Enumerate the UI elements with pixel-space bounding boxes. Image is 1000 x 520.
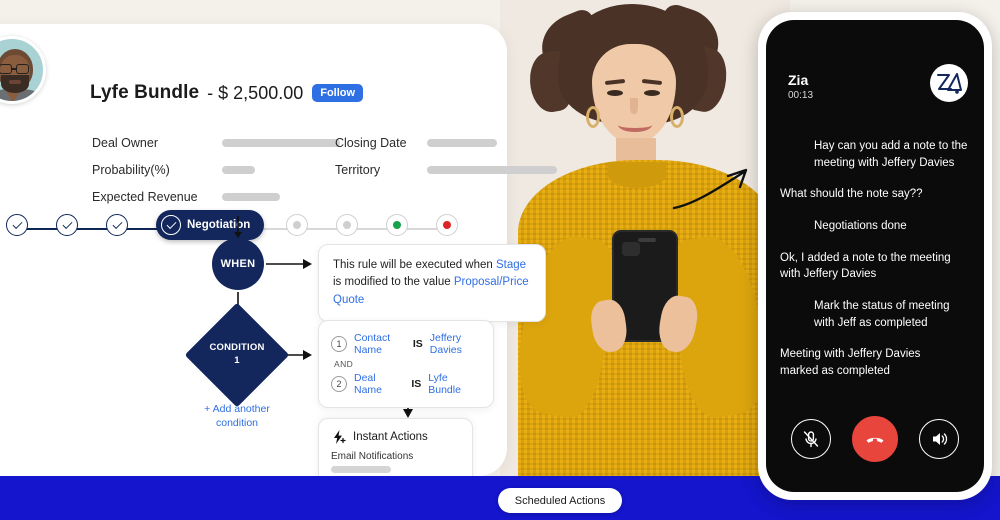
chat-transcript: Hay can you add a note to the meeting wi… [766,138,984,395]
speaker-icon [933,433,948,445]
condition-index: 2 [331,376,347,392]
condition-node-line2: 1 [234,355,240,366]
chat-message-bot: What should the note say?? [780,188,923,201]
condition-operator: IS [412,338,423,350]
rule-text-b: is modified to the value [333,276,454,289]
chat-message-user: Hay can you add a note to the meeting wi… [814,140,968,169]
chat-message-bot: Meeting with Jeffery Davies marked as co… [780,348,921,378]
condition-index: 1 [331,336,347,352]
condition-node-label: CONDITION 1 [200,318,274,392]
condition-row[interactable]: 1 Contact Name IS Jeffery Davies [331,332,481,356]
phone-device-frame: Zia 00:13 Hay can you add a note to the … [758,12,992,500]
speaker-button[interactable] [919,419,960,459]
end-call-button[interactable] [851,416,898,462]
lightning-plus-icon [334,430,346,444]
chat-message-bot: Ok, I added a note to the meeting with J… [780,251,951,281]
assistant-name: Zia [788,72,809,88]
instant-actions-title: Instant Actions [353,431,428,443]
condition-node-line1: CONDITION [209,342,265,354]
rule-field-link[interactable]: Stage [496,259,526,271]
mute-microphone-button[interactable] [790,419,831,459]
hand-drawn-arrow-icon [672,168,748,210]
phone-screen: Zia 00:13 Hay can you add a note to the … [766,20,984,492]
instant-actions-header: Instant Actions [319,419,472,451]
microphone-muted-icon [803,431,818,448]
condition-row[interactable]: 2 Deal Name IS Lyfe Bundle [331,372,481,396]
instant-action-value-placeholder [331,466,391,473]
instant-action-label: Email Notifications [331,451,414,462]
chat-message-user: Negotiations done [814,220,907,233]
chat-message-user: Mark the status of meeting with Jeff as … [814,300,950,329]
rule-description-card: This rule will be executed when Stage is… [318,244,546,322]
workflow-diagram: WHEN This rule will be executed when Sta… [0,0,560,520]
conditions-card: 1 Contact Name IS Jeffery Davies AND 2 D… [318,320,494,408]
call-duration: 00:13 [788,90,814,101]
condition-value: Lyfe Bundle [428,372,461,396]
condition-operator: IS [411,378,422,390]
screenshot-root: Lyfe Bundle - $ 2,500.00 Follow Deal Own… [0,0,1000,520]
when-node: WHEN [212,238,264,290]
condition-conjunction: AND [334,359,354,369]
scheduled-actions-button[interactable]: Scheduled Actions [498,488,622,513]
rule-text-a: This rule will be executed when [333,259,496,271]
add-another-condition-link[interactable]: + Add another condition [186,402,288,430]
zia-logo-icon [930,64,968,102]
phone-hangup-icon [866,437,884,443]
condition-field: Contact Name [354,332,391,356]
call-controls [766,416,984,462]
condition-field: Deal Name [354,372,383,396]
condition-value: Jeffery Davies [429,332,462,356]
